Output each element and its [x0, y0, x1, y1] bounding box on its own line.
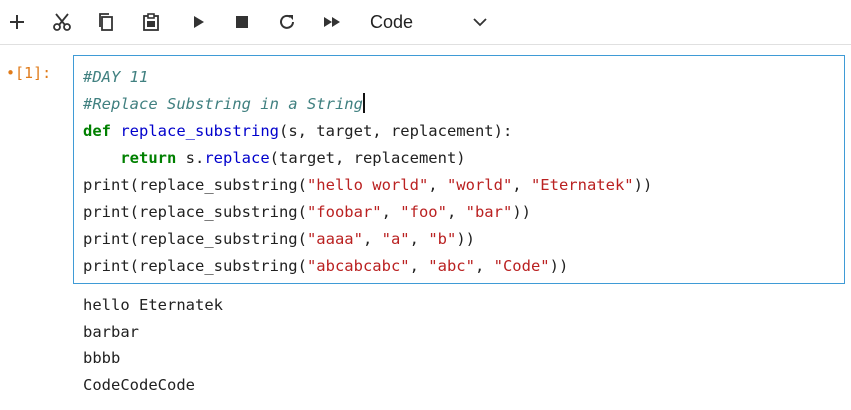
- code-token: ,: [362, 230, 382, 248]
- code-line: print(replace_substring("aaaa", "a", "b"…: [83, 226, 652, 253]
- code-line: print(replace_substring("hello world", "…: [83, 172, 652, 199]
- code-token: print(replace_substring(: [83, 257, 307, 275]
- code-token: print(replace_substring(: [83, 203, 307, 221]
- stop-icon: [236, 16, 248, 28]
- code-line: def replace_substring(s, target, replace…: [83, 118, 652, 145]
- code-token: "world": [446, 176, 513, 194]
- copy-icon: [99, 13, 113, 31]
- code-token: #DAY 11: [83, 68, 149, 86]
- cell-output: hello Eternatek barbar bbbb CodeCodeCode: [83, 292, 223, 398]
- output-line: CodeCodeCode: [83, 375, 195, 394]
- restart-icon: [280, 14, 294, 29]
- code-token: "b": [428, 230, 457, 248]
- code-token: ,: [381, 203, 401, 221]
- code-token: "bar": [465, 203, 513, 221]
- code-token: "Eternatek": [530, 176, 634, 194]
- execution-prompt: •[1]:: [6, 64, 52, 82]
- code-line: return s.replace(target, replacement): [83, 145, 652, 172]
- code-token: "foobar": [306, 203, 382, 221]
- output-line: barbar: [83, 322, 139, 341]
- cut-icon: [53, 13, 71, 31]
- code-token: ,: [474, 257, 494, 275]
- code-token: ,: [409, 257, 429, 275]
- code-token: ,: [428, 176, 447, 194]
- code-token: print(replace_substring(: [83, 176, 307, 194]
- code-token: )): [633, 176, 653, 194]
- code-line: #Replace Substring in a String: [83, 91, 652, 118]
- code-token: replace: [204, 149, 270, 167]
- code-token: (s, target, replacement):: [278, 122, 513, 140]
- code-token: "a": [381, 230, 410, 248]
- run-icon: [194, 16, 204, 28]
- code-token: )): [456, 230, 475, 248]
- code-token: "hello world": [306, 176, 429, 194]
- restart-kernel-button[interactable]: [273, 8, 301, 36]
- code-token: ,: [446, 203, 466, 221]
- code-line: #DAY 11: [83, 64, 652, 91]
- code-token: return: [120, 149, 177, 167]
- code-line: print(replace_substring("foobar", "foo",…: [83, 199, 652, 226]
- code-token: )): [512, 203, 531, 221]
- copy-cell-button[interactable]: [92, 8, 120, 36]
- text-cursor: [362, 93, 365, 113]
- chevron-down-icon: [473, 18, 487, 27]
- output-line: bbbb: [83, 349, 121, 367]
- code-token: "abc": [428, 257, 475, 275]
- add-icon: [10, 15, 24, 29]
- notebook-toolbar: Code: [0, 0, 851, 45]
- paste-icon: [143, 13, 159, 31]
- cell-type-value: Code: [370, 12, 414, 32]
- code-token: ,: [512, 176, 531, 194]
- cut-cell-button[interactable]: [48, 8, 76, 36]
- insert-cell-button[interactable]: [3, 8, 31, 36]
- code-token: (target, replacement): [269, 149, 466, 167]
- restart-run-all-button[interactable]: [318, 8, 346, 36]
- code-token: ,: [409, 230, 429, 248]
- code-token: replace_substring: [120, 122, 279, 140]
- interrupt-kernel-button[interactable]: [228, 8, 256, 36]
- code-line: print(replace_substring("abcabcabc", "ab…: [83, 253, 652, 280]
- run-cell-button[interactable]: [184, 8, 212, 36]
- code-token: "aaaa": [306, 230, 363, 248]
- code-token: "abcabcabc": [306, 257, 410, 275]
- paste-cell-button[interactable]: [137, 8, 165, 36]
- code-content[interactable]: #DAY 11 #Replace Substring in a String def…: [83, 64, 652, 280]
- code-token: "foo": [400, 203, 447, 221]
- fast-forward-icon: [324, 17, 340, 27]
- cell-type-select[interactable]: Code: [362, 6, 496, 38]
- code-token: #Replace Substring in a String: [83, 95, 363, 113]
- code-token: def: [83, 122, 111, 140]
- output-line: hello Eternatek: [83, 296, 223, 314]
- code-editor[interactable]: #DAY 11 #Replace Substring in a String def…: [73, 55, 845, 284]
- code-token: print(replace_substring(: [83, 230, 307, 248]
- code-token: "Code": [493, 257, 550, 275]
- code-token: )): [549, 257, 569, 275]
- code-token: s.: [176, 149, 205, 167]
